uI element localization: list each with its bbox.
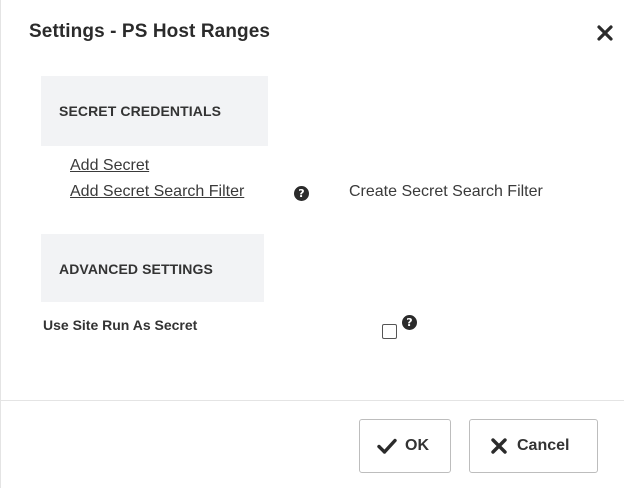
add-secret-search-filter-link[interactable]: Add Secret Search Filter <box>70 183 244 201</box>
footer-divider <box>1 400 624 401</box>
use-site-run-as-secret-checkbox[interactable] <box>382 324 397 339</box>
ok-button-label: OK <box>405 437 429 454</box>
dialog-header: Settings - PS Host Ranges <box>1 0 624 64</box>
cancel-button[interactable]: Cancel <box>469 419 598 473</box>
question-circle-icon[interactable]: ? <box>294 186 309 201</box>
settings-dialog: Settings - PS Host Ranges SECRET CREDENT… <box>0 0 624 488</box>
close-button[interactable] <box>593 21 617 45</box>
advanced-settings-heading: ADVANCED SETTINGS <box>59 261 213 277</box>
checkmark-icon <box>377 438 397 459</box>
ok-button[interactable]: OK <box>359 419 451 473</box>
use-site-run-as-secret-label: Use Site Run As Secret <box>43 317 198 333</box>
question-circle-icon[interactable]: ? <box>402 315 417 330</box>
cancel-button-label: Cancel <box>517 437 570 454</box>
close-icon <box>597 25 613 41</box>
x-icon <box>490 438 508 459</box>
advanced-settings-section-header: ADVANCED SETTINGS <box>41 234 264 302</box>
add-secret-link[interactable]: Add Secret <box>70 157 149 175</box>
dialog-title: Settings - PS Host Ranges <box>29 21 271 42</box>
create-secret-search-filter-text: Create Secret Search Filter <box>349 183 543 200</box>
secret-credentials-heading: SECRET CREDENTIALS <box>59 103 222 119</box>
secret-credentials-section-header: SECRET CREDENTIALS <box>41 76 268 146</box>
